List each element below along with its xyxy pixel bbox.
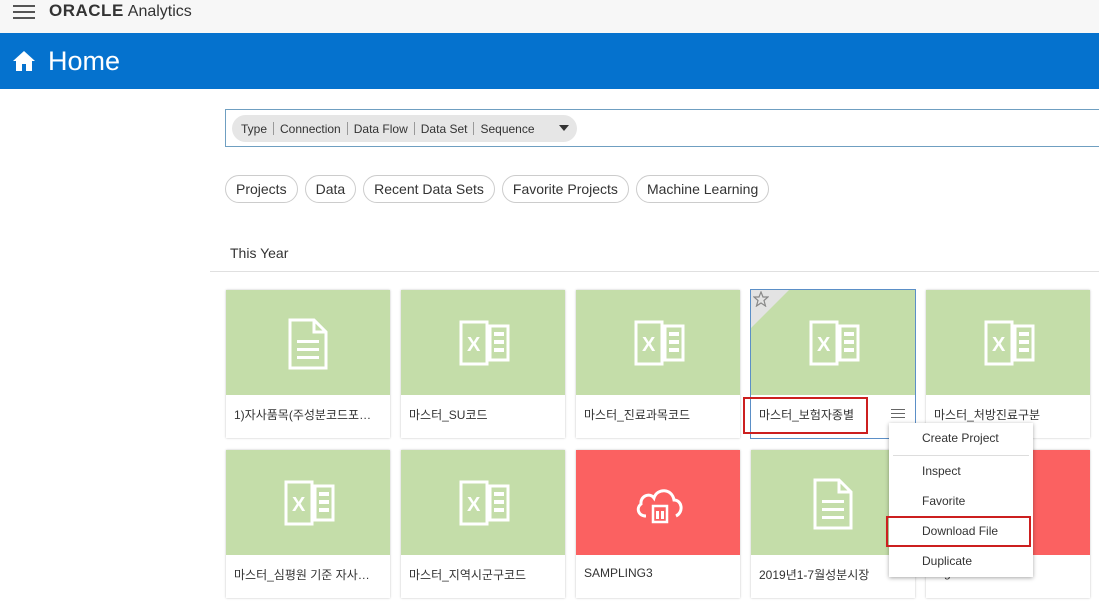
data-card[interactable]: SAMPLING3: [576, 450, 740, 598]
card-label: 마스터_심평원 기준 자사…: [234, 568, 370, 582]
menu-item-create-project[interactable]: Create Project: [922, 431, 999, 445]
data-card[interactable]: X 마스터_심평원 기준 자사…: [226, 450, 390, 598]
highlight-download-file: [886, 516, 1031, 547]
card-thumbnail: X: [401, 290, 565, 395]
menu-item-duplicate[interactable]: Duplicate: [922, 554, 972, 568]
card-thumbnail: [576, 450, 740, 555]
data-card[interactable]: X 마스터_처방진료구분: [926, 290, 1090, 438]
svg-text:X: X: [292, 494, 306, 516]
menu-item-inspect[interactable]: Inspect: [922, 464, 961, 478]
section-title: This Year: [230, 245, 289, 261]
search-filter-bar[interactable]: Type Connection Data Flow Data Set Seque…: [225, 109, 1099, 147]
svg-text:X: X: [467, 334, 481, 356]
star-icon[interactable]: [753, 291, 769, 307]
svg-text:X: X: [817, 334, 831, 356]
page-title: Home: [48, 46, 121, 76]
svg-text:X: X: [642, 334, 656, 356]
card-thumbnail: X: [226, 450, 390, 555]
filter-option-data-flow[interactable]: Data Flow: [354, 122, 408, 136]
card-label: 마스터_지역시군구코드: [409, 568, 527, 582]
card-thumbnail: X: [576, 290, 740, 395]
card-label: 마스터_SU코드: [409, 408, 488, 422]
filter-option-data-set[interactable]: Data Set: [421, 122, 468, 136]
menu-item-favorite[interactable]: Favorite: [922, 494, 965, 508]
excel-icon: X: [284, 480, 335, 526]
document-icon: [288, 318, 328, 370]
card-label: 마스터_처방진료구분: [934, 408, 1041, 422]
excel-icon: X: [984, 320, 1035, 366]
context-menu: Create Project Inspect Favorite Download…: [889, 423, 1033, 577]
card-label: 2019년1-7월성분시장: [759, 568, 870, 582]
page-header: Home: [0, 33, 1099, 89]
section-divider: [210, 271, 1099, 272]
data-card[interactable]: 1)자사품목(주성분코드포…: [226, 290, 390, 438]
cloud-database-icon: [636, 489, 683, 524]
svg-text:X: X: [992, 334, 1006, 356]
highlight-selected-label: [743, 397, 868, 434]
document-icon: [813, 478, 853, 530]
hamburger-menu-icon[interactable]: [13, 5, 35, 20]
product-name: Analytics: [127, 3, 192, 20]
data-card[interactable]: X 마스터_SU코드: [401, 290, 565, 438]
excel-icon: X: [459, 320, 510, 366]
card-label: 1)자사품목(주성분코드포…: [234, 408, 372, 422]
card-menu-icon[interactable]: [891, 409, 905, 421]
svg-text:X: X: [467, 494, 481, 516]
home-icon[interactable]: [12, 50, 36, 72]
card-thumbnail: X: [401, 450, 565, 555]
data-card[interactable]: X 마스터_지역시군구코드: [401, 450, 565, 598]
chevron-down-icon[interactable]: [559, 125, 569, 131]
pill-favorite-projects[interactable]: Favorite Projects: [501, 175, 629, 203]
app-logo: ORACLE Analytics: [49, 0, 192, 22]
data-card[interactable]: X 마스터_진료과목코드: [576, 290, 740, 438]
quick-filter-pills: Projects Data Recent Data Sets Favorite …: [225, 175, 770, 203]
card-label: SAMPLING3: [584, 566, 653, 580]
card-thumbnail: X: [926, 290, 1090, 395]
excel-icon: X: [809, 320, 860, 366]
pill-machine-learning[interactable]: Machine Learning: [635, 175, 770, 203]
card-label: 마스터_진료과목코드: [584, 408, 691, 422]
type-filter-chip[interactable]: Type Connection Data Flow Data Set Seque…: [232, 115, 577, 142]
brand-name: ORACLE: [49, 1, 124, 20]
pill-data[interactable]: Data: [304, 175, 357, 203]
card-thumbnail: [226, 290, 390, 395]
pill-recent-data-sets[interactable]: Recent Data Sets: [363, 175, 495, 203]
filter-option-connection[interactable]: Connection: [280, 122, 341, 136]
menu-divider: [893, 455, 1029, 456]
excel-icon: X: [459, 480, 510, 526]
pill-projects[interactable]: Projects: [225, 175, 298, 203]
excel-icon: X: [634, 320, 685, 366]
top-bar: ORACLE Analytics: [0, 0, 1099, 34]
filter-option-sequence[interactable]: Sequence: [480, 122, 534, 136]
type-filter-label: Type: [241, 121, 268, 136]
